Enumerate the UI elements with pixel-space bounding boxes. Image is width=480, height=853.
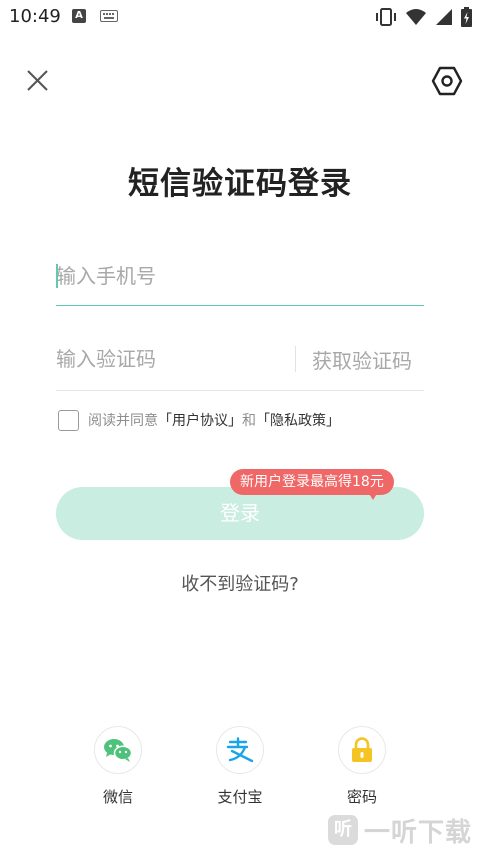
field-divider (295, 346, 296, 372)
close-icon[interactable] (20, 64, 54, 98)
settings-icon[interactable] (430, 64, 464, 98)
status-bar: 10:49 A (0, 0, 480, 33)
code-field: 获取验证码 (56, 333, 424, 391)
wechat-icon-circle (94, 726, 142, 774)
wechat-label: 微信 (102, 788, 133, 806)
watermark: 听 一听下载 (327, 812, 472, 848)
wechat-icon (104, 739, 133, 762)
page-title: 短信验证码登录 (128, 166, 352, 202)
wifi-icon (406, 9, 426, 25)
keyboard-a-icon: A (72, 9, 86, 23)
agreement-and: 和 (242, 413, 256, 429)
alipay-icon-circle (216, 726, 264, 774)
signal-icon (436, 9, 452, 25)
vibrate-icon (376, 8, 396, 26)
verification-code-input[interactable] (56, 339, 286, 379)
watermark-logo: 听 (327, 815, 358, 845)
agreement-prefix: 阅读并同意 (88, 413, 158, 429)
lock-icon-circle (338, 726, 386, 774)
battery-charging-icon (461, 7, 472, 27)
password-login-button[interactable]: 密码 (322, 726, 402, 807)
agreement-row: 阅读并同意 「用户协议」 和 「隐私政策」 (58, 408, 340, 432)
third-party-login: 微信 支付宝 密码 (0, 726, 480, 816)
get-code-button[interactable]: 获取验证码 (312, 345, 412, 374)
keyboard-icon (100, 10, 118, 22)
phone-field (56, 250, 424, 306)
agreement-checkbox[interactable] (58, 409, 79, 431)
no-code-link[interactable]: 收不到验证码? (0, 570, 480, 596)
privacy-policy-link[interactable]: 「隐私政策」 (256, 410, 340, 430)
promo-badge-tail (368, 492, 378, 500)
phone-input[interactable] (56, 256, 424, 296)
alipay-login-button[interactable]: 支付宝 (200, 726, 280, 807)
wechat-login-button[interactable]: 微信 (78, 726, 158, 807)
alipay-icon (226, 737, 254, 763)
alipay-label: 支付宝 (217, 788, 263, 806)
user-agreement-link[interactable]: 「用户协议」 (158, 410, 242, 430)
status-time: 10:49 (9, 6, 61, 27)
lock-icon (352, 737, 372, 762)
password-label: 密码 (346, 788, 377, 806)
watermark-text: 一听下载 (363, 817, 472, 848)
top-bar (0, 58, 480, 106)
